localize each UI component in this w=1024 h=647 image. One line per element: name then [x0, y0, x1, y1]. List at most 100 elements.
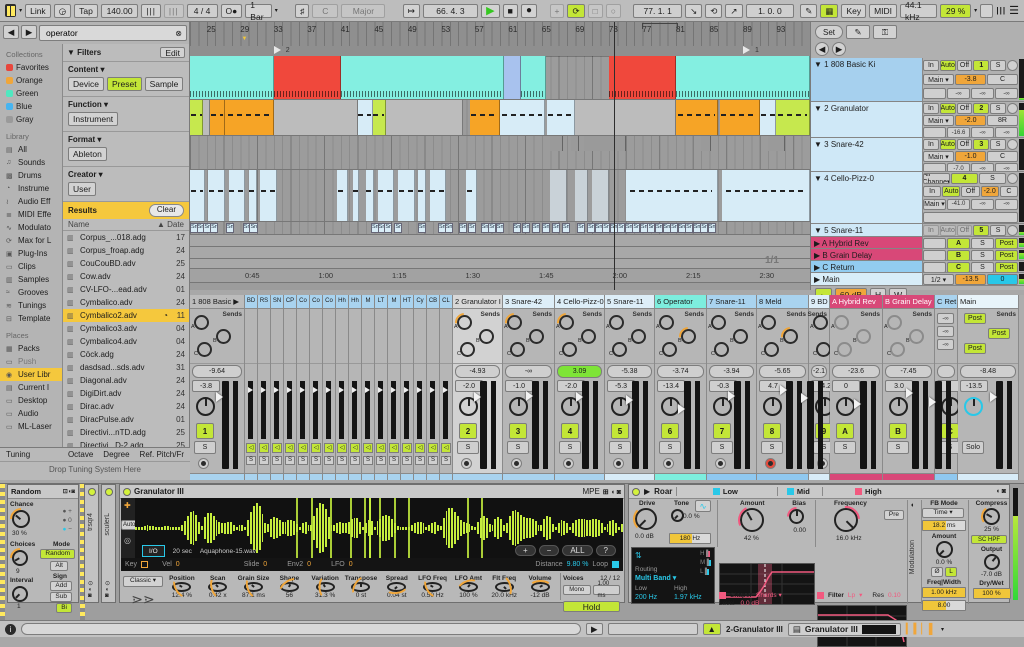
pad-name[interactable]: Cy — [414, 295, 426, 309]
pad-fader[interactable] — [365, 381, 370, 439]
pad-name[interactable]: SN — [271, 295, 283, 309]
volume-fader[interactable] — [912, 381, 928, 469]
solo-button[interactable]: S — [507, 441, 529, 454]
collapsed-device[interactable]: sculerL ⊙◖◙ — [101, 484, 116, 603]
track-name[interactable]: ▶ B Grain Delay — [811, 249, 923, 260]
clip[interactable] — [768, 136, 785, 151]
device-icons[interactable]: ◖ ◙ — [996, 488, 1006, 495]
drum-pad-strip[interactable]: Cy◁S — [414, 295, 427, 480]
punch-out-icon[interactable]: ↗ — [725, 4, 742, 18]
root-note-field[interactable]: C — [312, 4, 338, 18]
pad-fader[interactable] — [287, 381, 292, 439]
mixer-track-title[interactable]: 4 Cello-Pizz-0 — [555, 295, 604, 309]
time-ruler[interactable]: 0:451:001:151:301:452:002:152:30 — [190, 268, 810, 282]
count-in-button[interactable]: O● — [221, 4, 243, 18]
pad-solo-button[interactable]: S — [285, 456, 295, 465]
quantize-caret-icon[interactable]: ▾ — [275, 7, 278, 14]
mixer-strip[interactable]: A Hybrid RevSendsABC-23.60AS — [830, 295, 883, 480]
pad-solo-button[interactable]: S — [441, 456, 451, 465]
fader-handle[interactable] — [906, 388, 918, 398]
pad-name[interactable]: Co — [297, 295, 309, 309]
pad-fader-handle[interactable] — [313, 387, 321, 393]
pad-fader[interactable] — [339, 381, 344, 439]
send-c-knob[interactable]: C — [714, 342, 729, 357]
drum-pad-strip[interactable]: HT◁S — [401, 295, 414, 480]
clip[interactable]: Sn — [226, 223, 234, 233]
clip[interactable] — [550, 170, 567, 221]
monitor-in[interactable]: In — [923, 186, 941, 197]
mode-alt-button[interactable]: Alt — [50, 561, 68, 571]
frequency-knob[interactable] — [834, 508, 858, 532]
filter-type-select[interactable]: Lp — [848, 592, 855, 599]
track-name[interactable]: ▼ 5 Snare-11 — [811, 224, 923, 236]
pad-name[interactable]: CB — [427, 295, 439, 309]
volume-field[interactable]: -2.0 — [981, 186, 999, 197]
clip[interactable] — [353, 170, 360, 221]
file-row[interactable]: ▥CV-LFO-...ead.adv01 — [63, 283, 189, 296]
drum-pad-strip[interactable]: M◁S — [388, 295, 401, 480]
fader-handle[interactable] — [526, 391, 538, 401]
pad-fader[interactable] — [417, 381, 422, 439]
send-a-knob[interactable]: A — [457, 315, 472, 330]
collection-item[interactable]: Orange — [0, 74, 62, 87]
send-b-knob[interactable]: B — [581, 329, 596, 344]
clip[interactable] — [203, 100, 210, 135]
fader-handle[interactable] — [474, 392, 486, 402]
clip[interactable]: Sn — [445, 223, 453, 233]
peak-level-value[interactable]: -8.48 — [960, 365, 1016, 378]
pan-field[interactable]: C — [1000, 186, 1018, 197]
pad-name[interactable]: M — [362, 295, 374, 309]
track-activator[interactable]: C — [947, 262, 970, 273]
device-icons[interactable]: ⊡◖◙ — [63, 488, 75, 495]
arm-button[interactable] — [1007, 139, 1018, 150]
solo-button[interactable]: S — [194, 441, 216, 454]
clip[interactable] — [676, 100, 718, 135]
drum-pad-strip[interactable]: LT◁S — [375, 295, 388, 480]
clip[interactable]: Sn — [459, 223, 467, 233]
clip[interactable]: Sn — [532, 223, 540, 233]
pre-post-toggle[interactable]: Post — [995, 262, 1018, 273]
pad-activator[interactable]: ◁ — [272, 443, 282, 453]
sign-add-button[interactable]: Add — [50, 581, 72, 591]
clip[interactable] — [584, 136, 626, 151]
pad-solo-button[interactable]: S — [246, 456, 256, 465]
volume-fader[interactable] — [532, 381, 548, 469]
pad-name[interactable]: BD — [245, 295, 257, 309]
monitor-auto[interactable]: Auto — [940, 139, 956, 150]
volume-value[interactable]: -13.4 — [657, 380, 685, 392]
send-a-knob[interactable]: A — [659, 315, 674, 330]
monitor-off[interactable]: Off — [957, 103, 973, 114]
track-name[interactable]: ▼ 3 Snare-42 — [811, 138, 923, 171]
arm-button[interactable] — [613, 458, 624, 469]
mixer-strip[interactable]: 7 Snare-11SendsABC-3.94-0.37S — [707, 295, 757, 480]
solo-button[interactable]: S — [971, 250, 994, 261]
pad-fader-handle[interactable] — [417, 387, 425, 393]
knob-flt-freq[interactable] — [495, 582, 514, 592]
solo-button[interactable]: S — [761, 441, 783, 454]
monitor-in[interactable]: In — [923, 139, 939, 150]
distance-value[interactable]: 9.80 % — [567, 561, 589, 568]
pad-fader[interactable] — [404, 381, 409, 439]
library-item-clips[interactable]: ▭Clips — [0, 260, 62, 273]
track-activator[interactable]: A — [836, 423, 854, 439]
knob-volume[interactable] — [531, 582, 550, 592]
pad-name[interactable]: Hh — [349, 295, 361, 309]
pad-solo-button[interactable]: S — [272, 456, 282, 465]
clip[interactable]: Sn — [513, 223, 521, 233]
computer-midi-keyboard-icon[interactable]: ▦ — [820, 4, 838, 18]
clip[interactable] — [341, 56, 504, 99]
clip[interactable] — [521, 56, 546, 99]
pad-fader[interactable] — [248, 381, 253, 439]
output-routing-select[interactable]: Main ▾ — [923, 74, 954, 85]
solo-button[interactable]: S — [711, 441, 733, 454]
send-b-knob[interactable]: B — [529, 329, 544, 344]
clip[interactable] — [547, 100, 575, 135]
choices-knob[interactable] — [12, 550, 28, 566]
playhead[interactable] — [614, 22, 615, 290]
track-activator[interactable]: 4 — [951, 173, 978, 184]
peak-level-value[interactable]: -9.64 — [192, 365, 242, 378]
pad-activator[interactable]: ◁ — [246, 443, 256, 453]
volume-field[interactable]: -13.5 — [955, 274, 986, 285]
send-value[interactable]: -∞ — [937, 339, 954, 350]
clip[interactable] — [274, 100, 358, 135]
